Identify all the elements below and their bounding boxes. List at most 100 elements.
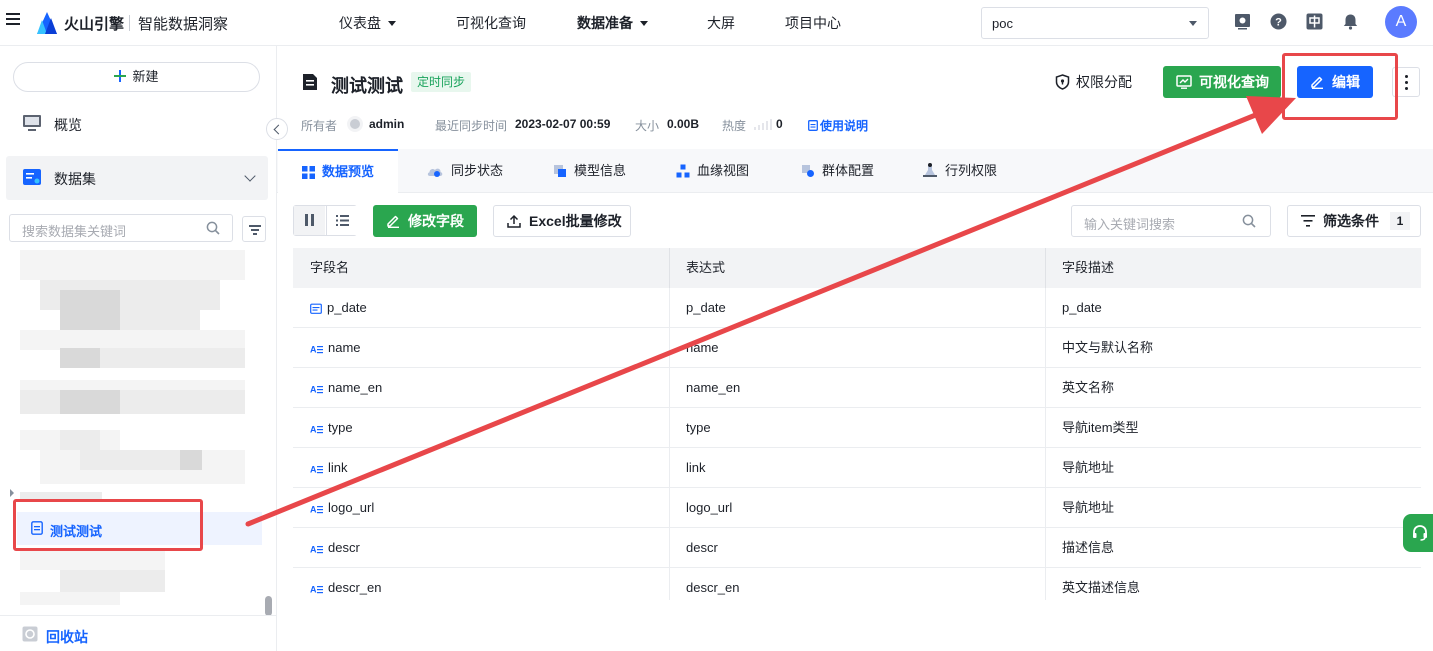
table-row[interactable]: Atype type 导航item类型: [293, 408, 1421, 448]
field-name-cell: Aname: [293, 328, 670, 368]
visual-query-button[interactable]: 可视化查询: [1163, 66, 1281, 98]
tab-data-preview[interactable]: 数据预览: [278, 149, 399, 193]
svg-text:A: A: [310, 385, 317, 395]
sidebar-scrollbar[interactable]: [265, 596, 272, 616]
usage-doc-link[interactable]: 使用说明: [808, 117, 868, 134]
new-button[interactable]: 新建: [13, 62, 260, 92]
excel-batch-edit-button[interactable]: Excel批量修改: [493, 205, 631, 237]
nav-dashboard[interactable]: 仪表盘: [339, 13, 396, 33]
heat-label: 热度: [722, 119, 747, 133]
text-field-icon: A: [310, 385, 323, 395]
help-icon[interactable]: ?: [1270, 13, 1287, 30]
user-avatar[interactable]: A: [1385, 6, 1417, 38]
size-value: 0.00B: [667, 117, 700, 131]
search-icon: [1242, 214, 1256, 228]
sidebar-item-label: 概览: [54, 117, 82, 133]
field-name-cell: Adescr: [293, 528, 670, 568]
modify-fields-button[interactable]: 修改字段: [373, 205, 477, 237]
blurred-dataset-tree: [20, 250, 245, 605]
expression-cell: name_en: [670, 368, 1046, 408]
sidebar: 新建 概览 数据集 搜索数据集关键词 测试测试 回收站: [0, 46, 288, 651]
column-header-field-name: 字段名: [293, 248, 670, 288]
tab-model-info[interactable]: 模型信息: [553, 149, 626, 193]
collapse-sidebar-button[interactable]: [266, 118, 288, 140]
project-select[interactable]: poc: [981, 7, 1209, 39]
tree-expand-icon[interactable]: [10, 489, 14, 497]
svg-text:A: A: [310, 345, 317, 355]
nav-visual-query[interactable]: 可视化查询: [456, 13, 526, 33]
table-row[interactable]: Aname_en name_en 英文名称: [293, 368, 1421, 408]
dataset-tabs: 数据预览 同步状态 模型信息 血缘视图 群体配置 行列权限: [277, 149, 1433, 193]
expression-cell: descr: [670, 528, 1046, 568]
svg-text:A: A: [310, 585, 317, 595]
permission-button[interactable]: 权限分配: [1055, 72, 1132, 92]
expression-cell: logo_url: [670, 488, 1046, 528]
list-view-toggle[interactable]: [326, 206, 357, 235]
expression-cell: descr_en: [670, 568, 1046, 600]
field-name: name_en: [328, 380, 383, 395]
dataset-icon: [23, 169, 41, 185]
tab-lineage-view[interactable]: 血缘视图: [676, 149, 749, 193]
last-sync-label: 最近同步时间: [435, 119, 508, 133]
bell-icon[interactable]: [1342, 13, 1359, 30]
fields-table: 字段名 表达式 字段描述 p_date p_date p_date Aname name…: [293, 248, 1421, 600]
svg-text:A: A: [310, 545, 317, 555]
expression-cell: name: [670, 328, 1046, 368]
sidebar-item-overview[interactable]: 概览: [0, 102, 270, 146]
owner-label: 所有者: [301, 119, 338, 133]
owner-avatar: [347, 116, 363, 132]
field-name: type: [328, 420, 353, 435]
task-icon[interactable]: [1234, 13, 1251, 30]
table-row[interactable]: Alink link 导航地址: [293, 448, 1421, 488]
expression-cell: link: [670, 448, 1046, 488]
sidebar-item-label: 数据集: [54, 171, 96, 187]
text-field-icon: A: [310, 585, 323, 595]
text-field-icon: A: [310, 345, 323, 355]
chevron-down-icon: [388, 21, 396, 26]
volcengine-logo[interactable]: [36, 11, 58, 35]
sidebar-item-dataset[interactable]: 数据集: [6, 156, 268, 200]
customer-service-button[interactable]: [1403, 514, 1433, 552]
description-cell: p_date: [1062, 300, 1102, 315]
menu-icon[interactable]: [6, 13, 20, 25]
filter-conditions-button[interactable]: 筛选条件 1: [1287, 205, 1421, 237]
more-actions-button[interactable]: [1392, 67, 1420, 97]
edit-button[interactable]: 编辑: [1297, 66, 1373, 98]
sidebar-item-recycle-bin[interactable]: 回收站: [0, 615, 276, 651]
column-header-expression: 表达式: [670, 248, 1046, 288]
table-row[interactable]: Alogo_url logo_url 导航地址: [293, 488, 1421, 528]
nav-big-screen[interactable]: 大屏: [707, 13, 735, 33]
description-cell: 导航地址: [1062, 500, 1115, 515]
monitor-icon: [23, 115, 41, 131]
tree-item-selected-dataset[interactable]: 测试测试: [17, 512, 262, 545]
field-keyword-search-input[interactable]: 输入关键词搜索: [1071, 205, 1271, 237]
table-row[interactable]: Aname name 中文与默认名称: [293, 328, 1421, 368]
dataset-search-input[interactable]: 搜索数据集关键词: [9, 214, 233, 242]
field-name: logo_url: [328, 500, 375, 515]
card-view-toggle[interactable]: [294, 206, 325, 235]
language-icon[interactable]: [1306, 13, 1323, 30]
field-name-cell: p_date: [293, 288, 670, 328]
permission-icon: [923, 163, 937, 177]
chevron-down-icon: [1189, 21, 1197, 26]
table-row[interactable]: p_date p_date p_date: [293, 288, 1421, 328]
tab-group-config[interactable]: 群体配置: [801, 149, 874, 193]
nav-data-prep[interactable]: 数据准备: [577, 13, 648, 33]
project-select-value: poc: [992, 16, 1013, 31]
sidebar-filter-button[interactable]: [242, 216, 266, 242]
dataset-title: 测试测试: [331, 76, 403, 96]
recycle-icon: [22, 626, 38, 642]
grid-icon: [302, 166, 315, 179]
table-row[interactable]: Adescr descr 描述信息: [293, 528, 1421, 568]
view-mode-toggle: [293, 205, 357, 236]
table-row[interactable]: Adescr_en descr_en 英文描述信息: [293, 568, 1421, 600]
chevron-down-icon[interactable]: [244, 170, 256, 182]
description-cell: 描述信息: [1062, 540, 1115, 555]
field-name-cell: Alink: [293, 448, 670, 488]
chevron-down-icon: [640, 21, 648, 26]
tab-sync-status[interactable]: 同步状态: [426, 149, 503, 193]
svg-text:?: ?: [1275, 17, 1282, 29]
tab-row-column-permission[interactable]: 行列权限: [922, 149, 997, 193]
heat-value: 0: [776, 117, 783, 131]
nav-project-center[interactable]: 项目中心: [785, 13, 841, 33]
